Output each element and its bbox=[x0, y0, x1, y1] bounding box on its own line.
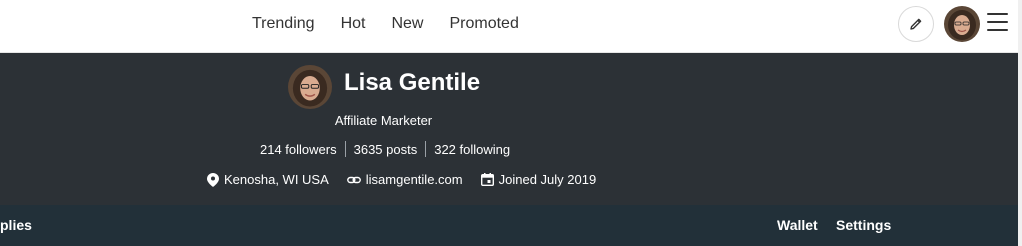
followers-count[interactable]: 214 followers bbox=[260, 142, 337, 157]
avatar bbox=[944, 6, 980, 42]
hamburger-menu-icon[interactable] bbox=[987, 13, 1008, 33]
pencil-icon bbox=[910, 18, 922, 30]
profile-header: Lisa Gentile Affiliate Marketer 214 foll… bbox=[0, 53, 1018, 205]
link-icon bbox=[346, 176, 361, 183]
profile-stats: 214 followers 3635 posts 322 following bbox=[260, 141, 510, 157]
profile-tabs: plies Wallet Settings bbox=[0, 205, 1018, 246]
main-nav: Trending Hot New Promoted bbox=[252, 0, 545, 48]
nav-promoted[interactable]: Promoted bbox=[449, 15, 518, 33]
website-link[interactable]: lisamgentile.com bbox=[366, 172, 463, 187]
user-avatar-button[interactable] bbox=[944, 6, 980, 42]
compose-button[interactable] bbox=[898, 6, 934, 42]
nav-trending[interactable]: Trending bbox=[252, 15, 315, 33]
profile-title: Affiliate Marketer bbox=[334, 113, 433, 128]
tab-wallet[interactable]: Wallet bbox=[777, 217, 818, 233]
top-bar: Trending Hot New Promoted bbox=[0, 0, 1022, 53]
calendar-icon bbox=[480, 173, 494, 186]
profile-avatar bbox=[288, 65, 332, 109]
tab-settings[interactable]: Settings bbox=[836, 217, 891, 233]
location-pin-icon bbox=[207, 172, 219, 187]
location: Kenosha, WI USA bbox=[207, 172, 329, 187]
nav-new[interactable]: New bbox=[391, 15, 423, 33]
tab-replies[interactable]: plies bbox=[0, 217, 32, 233]
posts-count: 3635 posts bbox=[353, 141, 418, 157]
website[interactable]: lisamgentile.com bbox=[346, 172, 463, 187]
divider bbox=[344, 141, 346, 157]
scrollbar[interactable] bbox=[1018, 0, 1022, 246]
joined-date: Joined July 2019 bbox=[480, 172, 596, 187]
profile-meta: Kenosha, WI USA lisamgentile.com Joined … bbox=[207, 172, 614, 187]
profile-name: Lisa Gentile bbox=[344, 69, 481, 96]
following-count[interactable]: 322 following bbox=[434, 142, 510, 157]
nav-hot[interactable]: Hot bbox=[341, 15, 366, 33]
divider bbox=[425, 141, 427, 157]
